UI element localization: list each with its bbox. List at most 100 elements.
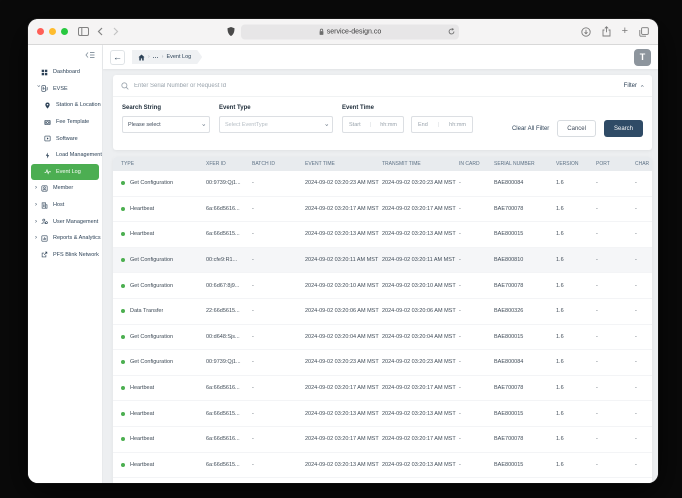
browser-forward-icon[interactable] bbox=[109, 25, 122, 39]
serial-number-cell: BAE700078 bbox=[494, 206, 556, 212]
version-cell: 1.6 bbox=[556, 411, 596, 417]
column-header-transmit-time: TRANSMIT TIME bbox=[382, 161, 459, 167]
sidebar-item-fee-template[interactable]: Fee Template bbox=[28, 114, 102, 131]
xfer-id-cell: 6a:66d5615... bbox=[206, 411, 252, 417]
browser-sidebar-toggle-icon[interactable] bbox=[77, 25, 90, 39]
status-dot bbox=[121, 386, 125, 390]
batch-id-cell: - bbox=[252, 231, 305, 237]
table-row[interactable]: Get Configuration00:cfe9:R1...-2024-09-0… bbox=[113, 248, 652, 274]
sidebar-item-evse[interactable]: ›EVSE bbox=[28, 81, 102, 98]
xfer-id-cell: 6a:66d5615... bbox=[206, 231, 252, 237]
browser-back-icon[interactable] bbox=[93, 25, 106, 39]
sidebar-item-reports-analytics[interactable]: ›Reports & Analytics bbox=[28, 230, 102, 247]
table-row[interactable]: Heartbeat6a:66d5616...-2024-09-02 03:20:… bbox=[113, 197, 652, 223]
xfer-id-cell: 00:cfe9:R1... bbox=[206, 257, 252, 263]
start-time-input[interactable]: Start | hh:mm bbox=[342, 116, 404, 133]
table-row[interactable]: Get Configuration00:d648:Sjs...-2024-09-… bbox=[113, 325, 652, 351]
clear-all-filter-link[interactable]: Clear All Filter bbox=[512, 126, 549, 132]
char-cell: - bbox=[635, 308, 652, 314]
char-cell: - bbox=[635, 436, 652, 442]
browser-window: service-design.co + Dashboard bbox=[28, 19, 658, 483]
char-cell: - bbox=[635, 257, 652, 263]
zoom-window-button[interactable] bbox=[61, 28, 68, 35]
new-tab-icon[interactable]: + bbox=[622, 26, 628, 37]
batch-id-cell: - bbox=[252, 206, 305, 212]
sidebar-item-user-management[interactable]: ›User Management bbox=[28, 213, 102, 230]
version-cell: 1.6 bbox=[556, 462, 596, 468]
lock-icon bbox=[319, 28, 324, 35]
table-row[interactable]: Heartbeat6a:66d5616...-2024-09-02 03:20:… bbox=[113, 427, 652, 453]
sidebar-item-host[interactable]: ›Host bbox=[28, 197, 102, 214]
lightning-icon bbox=[44, 152, 52, 159]
event-time-cell: 2024-09-02 03:20:17 AM MST bbox=[305, 385, 382, 391]
sidebar-item-dashboard[interactable]: Dashboard bbox=[28, 64, 102, 81]
table-row[interactable]: Get Configuration00:6d67:8j9...-2024-09-… bbox=[113, 273, 652, 299]
version-cell: 1.6 bbox=[556, 180, 596, 186]
transmit-time-cell: 2024-09-02 03:20:17 AM MST bbox=[382, 436, 459, 442]
batch-id-cell: - bbox=[252, 462, 305, 468]
port-cell: - bbox=[596, 334, 635, 340]
event-type-select[interactable]: Select EventType › bbox=[219, 116, 333, 133]
minimize-window-button[interactable] bbox=[49, 28, 56, 35]
port-cell: - bbox=[596, 359, 635, 365]
event-type-value: Heartbeat bbox=[130, 231, 154, 237]
search-string-select[interactable]: Please select › bbox=[122, 116, 210, 133]
event-time-cell: 2024-09-02 03:20:17 AM MST bbox=[305, 206, 382, 212]
sidebar-item-station-location[interactable]: Station & Location bbox=[28, 97, 102, 114]
type-cell: Data Transfer bbox=[121, 308, 206, 314]
table-header-row: TYPEXFER IDBATCH IDEVENT TIMETRANSMIT TI… bbox=[113, 157, 652, 171]
batch-id-cell: - bbox=[252, 308, 305, 314]
close-window-button[interactable] bbox=[37, 28, 44, 35]
reload-icon[interactable] bbox=[448, 28, 455, 36]
evse-icon bbox=[41, 85, 49, 92]
serial-number-cell: BAE700078 bbox=[494, 436, 556, 442]
back-button[interactable]: ← bbox=[110, 50, 125, 65]
table-row[interactable]: Heartbeat6a:66d5615...-2024-09-02 03:20:… bbox=[113, 222, 652, 248]
xfer-id-cell: 00:9739:Qj1... bbox=[206, 180, 252, 186]
downloads-icon[interactable] bbox=[581, 27, 591, 37]
in-card-cell: - bbox=[459, 436, 494, 442]
event-time-cell: 2024-09-02 03:20:23 AM MST bbox=[305, 359, 382, 365]
end-time-input[interactable]: End | hh:mm bbox=[411, 116, 473, 133]
tab-overview-icon[interactable] bbox=[639, 27, 649, 37]
url-text: service-design.co bbox=[327, 28, 381, 35]
sidebar-item-software[interactable]: Software bbox=[28, 130, 102, 147]
filter-toggle[interactable]: Filter › bbox=[624, 83, 644, 89]
table-row[interactable]: Heartbeat6a:66d5615...-2024-09-02 03:20:… bbox=[113, 453, 652, 479]
share-icon[interactable] bbox=[602, 26, 611, 37]
version-cell: 1.6 bbox=[556, 231, 596, 237]
type-cell: Heartbeat bbox=[121, 436, 206, 442]
breadcrumb-ellipsis[interactable]: ... bbox=[153, 54, 159, 60]
user-avatar[interactable]: T bbox=[634, 49, 651, 66]
table-row[interactable]: Data Transfer22:66d5615...-2024-09-02 03… bbox=[113, 299, 652, 325]
status-dot bbox=[121, 463, 125, 467]
dashboard-icon bbox=[41, 69, 49, 76]
home-icon[interactable] bbox=[138, 54, 145, 61]
event-time-cell: 2024-09-02 03:20:23 AM MST bbox=[305, 180, 382, 186]
char-cell: - bbox=[635, 231, 652, 237]
search-input[interactable] bbox=[134, 83, 624, 89]
status-dot bbox=[121, 360, 125, 364]
cancel-button[interactable]: Cancel bbox=[557, 120, 596, 137]
address-bar[interactable]: service-design.co bbox=[241, 24, 459, 39]
privacy-shield-icon[interactable] bbox=[227, 27, 235, 37]
sidebar-item-event-log[interactable]: Event Log bbox=[31, 164, 99, 181]
user-management-icon bbox=[41, 218, 49, 225]
table-row[interactable]: Heartbeat6a:66d5615...-2024-09-02 03:20:… bbox=[113, 401, 652, 427]
port-cell: - bbox=[596, 462, 635, 468]
status-dot bbox=[121, 309, 125, 313]
sidebar-collapse-icon[interactable] bbox=[85, 51, 95, 59]
event-type-value: Get Configuration bbox=[130, 283, 173, 289]
sidebar-item-load-management[interactable]: Load Management bbox=[28, 147, 102, 164]
table-row[interactable]: Heartbeat6a:66d5616...-2024-09-02 03:20:… bbox=[113, 376, 652, 402]
xfer-id-cell: 00:6d67:8j9... bbox=[206, 283, 252, 289]
sidebar-item-pfs-blink-network[interactable]: PFS Blink Network bbox=[28, 247, 102, 264]
event-time-cell: 2024-09-02 03:20:17 AM MST bbox=[305, 436, 382, 442]
table-row[interactable]: Get Configuration00:9739:Qj1...-2024-09-… bbox=[113, 171, 652, 197]
column-header-char: CHAR bbox=[635, 161, 652, 167]
sidebar-item-member[interactable]: ›Member bbox=[28, 180, 102, 197]
table-row[interactable]: Get Configuration00:9739:Qj1...-2024-09-… bbox=[113, 350, 652, 376]
in-card-cell: - bbox=[459, 231, 494, 237]
transmit-time-cell: 2024-09-02 03:20:11 AM MST bbox=[382, 257, 459, 263]
search-button[interactable]: Search bbox=[604, 120, 643, 137]
